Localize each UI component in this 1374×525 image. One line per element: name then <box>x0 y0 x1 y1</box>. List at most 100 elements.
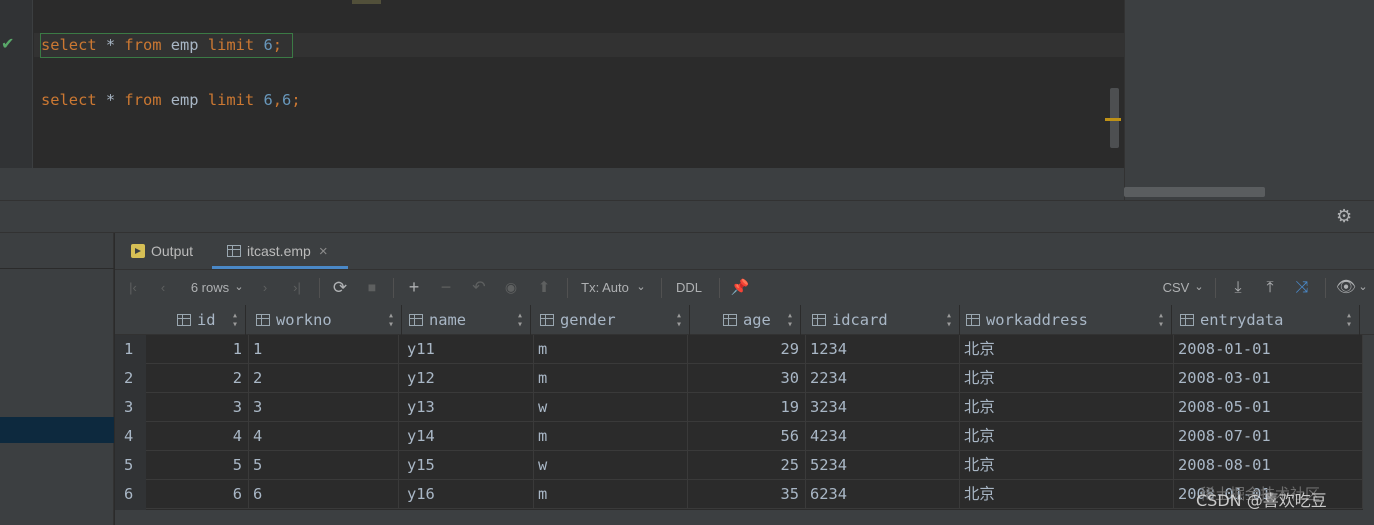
cell-id[interactable]: 4 <box>146 422 249 450</box>
table-row[interactable]: 4 4 y14 m 56 4234 北京 2008-07-01 <box>146 422 1363 451</box>
column-header-workaddress[interactable]: workaddress ▴ ▾ <box>966 305 1172 335</box>
cell-age[interactable]: 30 <box>688 364 806 392</box>
cell-workno[interactable]: 5 <box>249 451 399 479</box>
add-row-icon[interactable]: + <box>403 270 425 305</box>
upload-icon[interactable]: ⤒ <box>1259 270 1281 305</box>
transaction-mode-selector[interactable]: Tx: Auto <box>577 270 633 305</box>
sort-icon[interactable]: ▴ ▾ <box>388 311 394 330</box>
cell-workno[interactable]: 3 <box>249 393 399 421</box>
cell-entrydata[interactable]: 2008-05-01 <box>1174 393 1363 421</box>
cell-name[interactable]: y14 <box>403 422 534 450</box>
sort-icon[interactable]: ▴ ▾ <box>1346 311 1352 330</box>
cell-name[interactable]: y11 <box>403 335 534 363</box>
table-row[interactable]: 6 6 y16 m 35 6234 北京 2008-01-01 <box>146 480 1363 509</box>
refresh-icon[interactable]: ⟳ <box>329 270 351 305</box>
cell-gender[interactable]: m <box>534 422 688 450</box>
horizontal-scrollbar[interactable] <box>1124 187 1265 197</box>
cell-name[interactable]: y15 <box>403 451 534 479</box>
cell-idcard[interactable]: 1234 <box>806 335 960 363</box>
cell-workaddress[interactable]: 北京 <box>960 422 1174 450</box>
cell-idcard[interactable]: 6234 <box>806 480 960 508</box>
cell-idcard[interactable]: 5234 <box>806 451 960 479</box>
cell-name[interactable]: y12 <box>403 364 534 392</box>
tab-output[interactable]: Output <box>131 233 193 269</box>
cell-id[interactable]: 5 <box>146 451 249 479</box>
gear-icon[interactable]: ⚙ <box>1336 206 1352 227</box>
cell-gender[interactable]: m <box>534 480 688 508</box>
column-header-entrydata[interactable]: entrydata ▴ ▾ <box>1180 305 1360 335</box>
rows-count-selector[interactable]: 6 rows <box>187 270 233 305</box>
cell-age[interactable]: 19 <box>688 393 806 421</box>
next-page-icon[interactable]: › <box>255 270 275 305</box>
row-number[interactable]: 6 <box>115 480 146 509</box>
cell-entrydata[interactable]: 2008-07-01 <box>1174 422 1363 450</box>
tab-itcast-emp[interactable]: itcast.emp × <box>227 233 347 269</box>
ddl-button[interactable]: DDL <box>671 270 707 305</box>
view-icon[interactable]: 👁 <box>1335 270 1357 305</box>
cell-age[interactable]: 35 <box>688 480 806 508</box>
first-page-icon[interactable]: |‹ <box>123 270 143 305</box>
cell-idcard[interactable]: 3234 <box>806 393 960 421</box>
column-header-gender[interactable]: gender ▴ ▾ <box>540 305 690 335</box>
sort-icon[interactable]: ▴ ▾ <box>517 311 523 330</box>
cell-workaddress[interactable]: 北京 <box>960 393 1174 421</box>
cell-age[interactable]: 25 <box>688 451 806 479</box>
cell-workaddress[interactable]: 北京 <box>960 335 1174 363</box>
sort-icon[interactable]: ▴ ▾ <box>676 311 682 330</box>
cell-workno[interactable]: 2 <box>249 364 399 392</box>
revert-icon[interactable]: ↶ <box>468 270 490 305</box>
view-query-icon[interactable]: ◉ <box>500 270 522 305</box>
cell-name[interactable]: y16 <box>403 480 534 508</box>
table-row[interactable]: 2 2 y12 m 30 2234 北京 2008-03-01 <box>146 364 1363 393</box>
cell-id[interactable]: 3 <box>146 393 249 421</box>
pin-icon[interactable]: 📌 <box>729 270 751 305</box>
compare-icon[interactable]: ⤨ <box>1291 270 1313 305</box>
download-icon[interactable]: ⤓ <box>1227 270 1249 305</box>
table-row[interactable]: 5 5 y15 w 25 5234 北京 2008-08-01 <box>146 451 1363 480</box>
cell-workaddress[interactable]: 北京 <box>960 480 1174 508</box>
row-number[interactable]: 1 <box>115 335 146 364</box>
delete-row-icon[interactable]: − <box>435 270 457 305</box>
column-header-name[interactable]: name ▴ ▾ <box>409 305 531 335</box>
table-row[interactable]: 3 3 y13 w 19 3234 北京 2008-05-01 <box>146 393 1363 422</box>
cell-id[interactable]: 2 <box>146 364 249 392</box>
cell-name[interactable]: y13 <box>403 393 534 421</box>
table-row[interactable]: 1 1 y11 m 29 1234 北京 2008-01-01 <box>146 335 1363 364</box>
submit-icon[interactable]: ⬆ <box>533 270 555 305</box>
stop-icon[interactable]: ■ <box>361 270 383 305</box>
cell-workno[interactable]: 1 <box>249 335 399 363</box>
sql-editor[interactable]: select * from emp limit 6; select * from… <box>0 0 1124 168</box>
row-number[interactable]: 2 <box>115 364 146 393</box>
row-number[interactable]: 3 <box>115 393 146 422</box>
row-number[interactable]: 4 <box>115 422 146 451</box>
column-header-idcard[interactable]: idcard ▴ ▾ <box>812 305 960 335</box>
sort-icon[interactable]: ▴ ▾ <box>787 311 793 330</box>
cell-id[interactable]: 1 <box>146 335 249 363</box>
column-header-workno[interactable]: workno ▴ ▾ <box>256 305 402 335</box>
export-format-selector[interactable]: CSV <box>1159 270 1193 305</box>
grid-vertical-scrollbar[interactable] <box>1363 335 1374 525</box>
cell-gender[interactable]: m <box>534 335 688 363</box>
cell-workaddress[interactable]: 北京 <box>960 451 1174 479</box>
cell-idcard[interactable]: 2234 <box>806 364 960 392</box>
sort-icon[interactable]: ▴ ▾ <box>1158 311 1164 330</box>
selected-tree-item[interactable] <box>0 417 114 443</box>
cell-entrydata[interactable]: 2008-03-01 <box>1174 364 1363 392</box>
sort-icon[interactable]: ▴ ▾ <box>232 311 238 330</box>
cell-workno[interactable]: 6 <box>249 480 399 508</box>
close-icon[interactable]: × <box>319 243 328 260</box>
row-number[interactable]: 5 <box>115 451 146 480</box>
cell-idcard[interactable]: 4234 <box>806 422 960 450</box>
cell-age[interactable]: 56 <box>688 422 806 450</box>
result-grid[interactable]: id ▴ ▾ workno ▴ ▾ name ▴ ▾ gender ▴ ▾ age ▴ ▾… <box>115 305 1374 525</box>
column-header-age[interactable]: age ▴ ▾ <box>723 305 801 335</box>
cell-gender[interactable]: w <box>534 451 688 479</box>
cell-entrydata[interactable]: 2008-08-01 <box>1174 451 1363 479</box>
cell-gender[interactable]: m <box>534 364 688 392</box>
previous-page-icon[interactable]: ‹ <box>153 270 173 305</box>
last-page-icon[interactable]: ›| <box>287 270 307 305</box>
cell-age[interactable]: 29 <box>688 335 806 363</box>
cell-workno[interactable]: 4 <box>249 422 399 450</box>
cell-workaddress[interactable]: 北京 <box>960 364 1174 392</box>
cell-id[interactable]: 6 <box>146 480 249 508</box>
